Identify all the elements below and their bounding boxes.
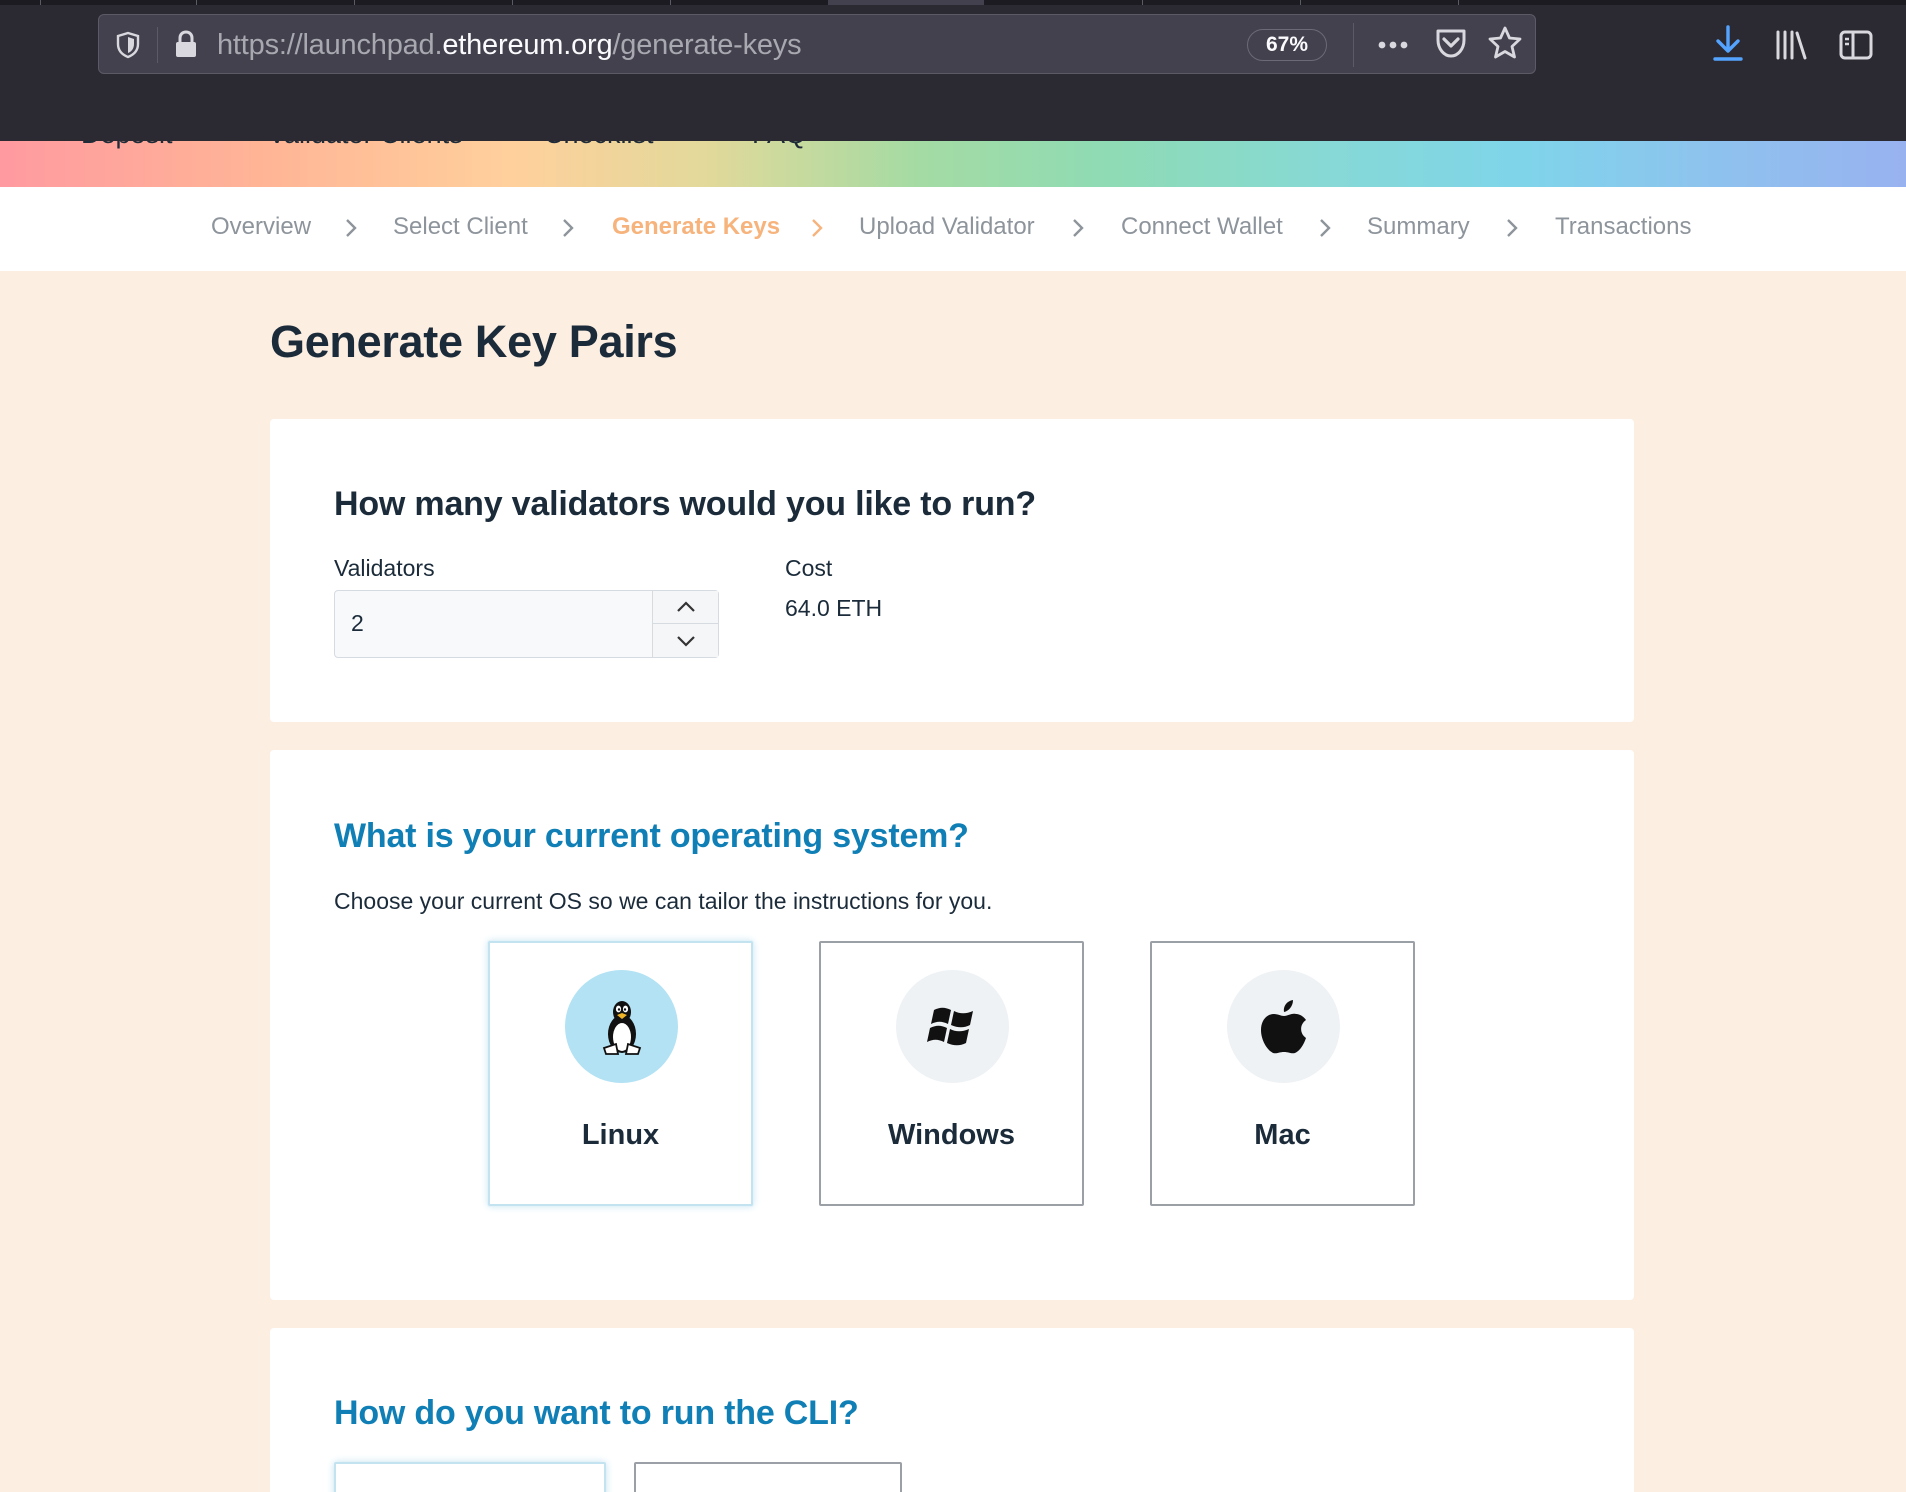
validators-count-value: 2 (351, 610, 364, 636)
chevron-right-icon (1507, 219, 1518, 237)
divider (1353, 23, 1354, 67)
library-icon[interactable] (1774, 28, 1810, 62)
browser-toolbar: https://launchpad.ethereum.org/generate-… (0, 0, 1906, 141)
url-text[interactable]: https://launchpad.ethereum.org/generate-… (217, 29, 802, 61)
os-option-linux[interactable]: Linux (488, 941, 753, 1206)
divider (157, 27, 158, 63)
site-top-nav: Deposit Validator Clients Checklist FAQ (0, 141, 1906, 187)
zoom-level-button[interactable]: 67% (1247, 29, 1327, 61)
tab-divider (354, 0, 355, 5)
os-card: What is your current operating system? C… (270, 750, 1634, 1300)
os-subtext: Choose your current OS so we can tailor … (334, 888, 993, 914)
step-overview[interactable]: Overview (211, 213, 311, 241)
tab-divider (40, 0, 41, 5)
tab-divider (1458, 0, 1459, 5)
step-summary[interactable]: Summary (1367, 213, 1470, 241)
url-path: /generate-keys (612, 29, 802, 61)
validators-label: Validators (334, 555, 435, 581)
validators-count-input[interactable]: 2 (334, 590, 719, 658)
active-tab[interactable] (828, 0, 984, 5)
validators-card: How many validators would you like to ru… (270, 419, 1634, 722)
pocket-icon[interactable] (1433, 25, 1469, 61)
chevron-down-icon (676, 635, 695, 647)
chevron-right-icon (812, 219, 823, 237)
cli-card: How do you want to run the CLI? (270, 1328, 1634, 1492)
os-option-label: Windows (887, 1119, 1015, 1151)
lock-icon[interactable] (173, 29, 199, 59)
os-option-label: Mac (1254, 1119, 1311, 1151)
nav-link-validator-clients[interactable]: Validator Clients (268, 141, 463, 150)
tab-divider (1142, 0, 1143, 5)
step-generate-keys[interactable]: Generate Keys (612, 213, 780, 241)
windows-logo-icon (926, 1007, 973, 1045)
os-heading: What is your current operating system? (334, 817, 969, 855)
chevron-right-icon (1073, 219, 1084, 237)
cost-label: Cost (785, 555, 833, 581)
address-bar[interactable]: https://launchpad.ethereum.org/generate-… (98, 14, 1536, 74)
sidebar-toggle-icon[interactable] (1838, 28, 1874, 62)
step-upload-validator[interactable]: Upload Validator (859, 213, 1035, 241)
linux-penguin-icon (602, 1000, 641, 1055)
chevron-up-icon (676, 601, 695, 612)
url-domain: ethereum.org (442, 29, 613, 61)
nav-link-faq[interactable]: FAQ (752, 141, 806, 150)
tab-divider (512, 0, 513, 5)
decrement-button[interactable] (653, 624, 718, 657)
cli-heading: How do you want to run the CLI? (334, 1394, 859, 1432)
step-select-client[interactable]: Select Client (393, 213, 528, 241)
url-prefix: https://launchpad. (217, 29, 443, 61)
step-connect-wallet[interactable]: Connect Wallet (1121, 213, 1283, 241)
downloads-icon[interactable] (1710, 24, 1746, 64)
increment-button[interactable] (653, 591, 718, 624)
tab-divider (670, 0, 671, 5)
os-option-mac[interactable]: Mac (1150, 941, 1415, 1206)
tab-divider (196, 0, 197, 5)
cli-option-2[interactable] (634, 1462, 902, 1492)
progress-steps: Overview Select Client Generate Keys Upl… (0, 187, 1906, 271)
bookmark-star-icon[interactable] (1487, 25, 1523, 61)
tab-strip (0, 0, 1906, 5)
cost-value: 64.0 ETH (785, 595, 883, 621)
chevron-right-icon (563, 219, 574, 237)
os-icon-circle (565, 970, 678, 1083)
os-option-label: Linux (581, 1119, 660, 1151)
os-option-windows[interactable]: Windows (819, 941, 1084, 1206)
page-actions-more-icon[interactable] (1375, 31, 1411, 59)
apple-logo-icon (1260, 999, 1306, 1053)
quantity-stepper (652, 591, 718, 657)
nav-link-checklist[interactable]: Checklist (544, 141, 654, 150)
chevron-right-icon (346, 219, 357, 237)
os-icon-circle (1227, 970, 1340, 1083)
step-transactions[interactable]: Transactions (1555, 213, 1692, 241)
validators-heading: How many validators would you like to ru… (334, 485, 1036, 523)
cli-option-1[interactable] (334, 1462, 606, 1492)
nav-link-deposit[interactable]: Deposit (81, 141, 173, 150)
page-title: Generate Key Pairs (270, 316, 678, 367)
tracking-protection-shield-icon[interactable] (115, 31, 141, 59)
os-icon-circle (896, 970, 1009, 1083)
tab-divider (1300, 0, 1301, 5)
chevron-right-icon (1320, 219, 1331, 237)
